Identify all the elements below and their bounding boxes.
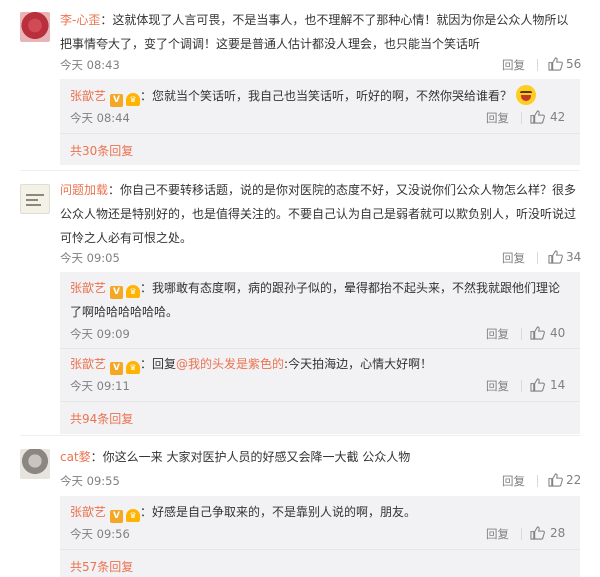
like-count: 28 [550, 526, 566, 540]
verified-v-icon: V [110, 362, 124, 375]
thumbs-up-icon[interactable] [548, 250, 563, 264]
thumbs-up-icon[interactable] [548, 57, 563, 71]
more-replies-link[interactable]: 共94条回复 [70, 410, 133, 427]
like-count: 14 [550, 378, 566, 392]
like-count: 56 [566, 57, 582, 71]
divider [521, 112, 522, 124]
reply-button[interactable]: 回复 [486, 526, 509, 542]
reply-button[interactable]: 回复 [502, 250, 525, 266]
comment-3: cat婺：你这么一来 大家对医护人员的好感又会降一大截 公众人物 今天 09:5… [0, 437, 600, 577]
username-link[interactable]: cat婺 [60, 450, 91, 464]
reply-time: 今天 09:11 [70, 379, 130, 393]
reply-button[interactable]: 回复 [486, 110, 509, 126]
divider [521, 380, 522, 392]
thumbs-up-icon[interactable] [548, 473, 563, 487]
reply-button[interactable]: 回复 [502, 473, 525, 489]
reply-text: 张歆艺 V ♛ ：您就当个笑话听，我自己也当笑话听，听好的啊，不然你哭给谁看？ [70, 84, 570, 108]
comment-text: 李-心歪：这就体现了人言可畏，不是当事人，也不理解不了那种心情！就因为你是公众人… [60, 13, 569, 51]
more-replies-link[interactable]: 共30条回复 [70, 142, 133, 159]
avatar[interactable] [20, 184, 50, 214]
reply-time: 今天 09:56 [70, 527, 130, 541]
thumbs-up-icon[interactable] [530, 110, 545, 124]
reply-button[interactable]: 回复 [502, 57, 525, 73]
comment-2: 问题加载：你自己不要转移话题，说的是你对医院的态度不好，又没说你们公众人物怎么样… [0, 172, 600, 434]
username-link[interactable]: 张歆艺 [70, 357, 106, 371]
divider [60, 401, 580, 402]
reply-button[interactable]: 回复 [486, 378, 509, 394]
laughing-emoji-icon [516, 85, 537, 105]
member-crown-icon: ♛ [126, 509, 141, 522]
verified-v-icon: V [110, 94, 124, 107]
verified-v-icon: V [110, 510, 124, 523]
more-replies-link[interactable]: 共57条回复 [70, 558, 133, 575]
divider [521, 528, 522, 540]
member-crown-icon: ♛ [126, 285, 141, 298]
member-crown-icon: ♛ [126, 93, 141, 106]
divider [521, 328, 522, 340]
reply-text: 张歆艺 V ♛ ：好感是自己争取来的，不是靠别人说的啊，朋友。 [70, 505, 417, 523]
username-link[interactable]: 李-心歪 [60, 13, 100, 27]
divider [60, 348, 580, 349]
like-count: 22 [566, 473, 582, 487]
reply-box: 张歆艺 V ♛ ：好感是自己争取来的，不是靠别人说的啊，朋友。 今天 09:56 回复… [60, 496, 580, 577]
thumbs-up-icon[interactable] [530, 526, 545, 540]
verified-v-icon: V [110, 286, 124, 299]
comment-time: 今天 09:05 [60, 251, 120, 265]
comment-1: 李-心歪：这就体现了人言可畏，不是当事人，也不理解不了那种心情！就因为你是公众人… [0, 0, 600, 175]
like-count: 40 [550, 326, 566, 340]
username-link[interactable]: 张歆艺 [70, 281, 106, 295]
thumbs-up-icon[interactable] [530, 326, 545, 340]
reply-button[interactable]: 回复 [486, 326, 509, 342]
divider [537, 475, 538, 487]
comment-time: 今天 09:55 [60, 474, 120, 488]
divider [20, 435, 580, 436]
like-count: 42 [550, 110, 566, 124]
reply-time: 今天 09:09 [70, 327, 130, 341]
comment-text: 问题加载：你自己不要转移话题，说的是你对医院的态度不好，又没说你们公众人物怎么样… [60, 183, 577, 245]
reply-text: 张歆艺 V ♛ ：回复@我的头发是紫色的:今天拍海边，心情大好啊！ [70, 357, 433, 375]
comment-time: 今天 08:43 [60, 58, 120, 72]
divider [60, 549, 580, 550]
reply-box: 张歆艺 V ♛ ：您就当个笑话听，我自己也当笑话听，听好的啊，不然你哭给谁看？ 今天 … [60, 79, 580, 165]
reply-time: 今天 08:44 [70, 111, 130, 125]
divider [537, 59, 538, 71]
mention-link[interactable]: @我的头发是紫色的 [176, 357, 284, 371]
username-link[interactable]: 张歆艺 [70, 89, 106, 103]
thumbs-up-icon[interactable] [530, 378, 545, 392]
like-count: 34 [566, 250, 582, 264]
reply-text: 张歆艺 V ♛ ：我哪敢有态度啊，病的跟孙子似的，晕得都抬不起头来，不然我就跟他们理论… [70, 281, 561, 319]
reply-box: 张歆艺 V ♛ ：我哪敢有态度啊，病的跟孙子似的，晕得都抬不起头来，不然我就跟他们理论… [60, 272, 580, 434]
comment-text: cat婺：你这么一来 大家对医护人员的好感又会降一大截 公众人物 [60, 450, 411, 464]
member-crown-icon: ♛ [126, 361, 141, 374]
username-link[interactable]: 张歆艺 [70, 505, 106, 519]
divider [537, 252, 538, 264]
avatar[interactable] [20, 449, 50, 479]
avatar[interactable] [20, 12, 50, 42]
divider [60, 133, 580, 134]
username-link[interactable]: 问题加载 [60, 183, 108, 197]
divider [20, 170, 580, 171]
